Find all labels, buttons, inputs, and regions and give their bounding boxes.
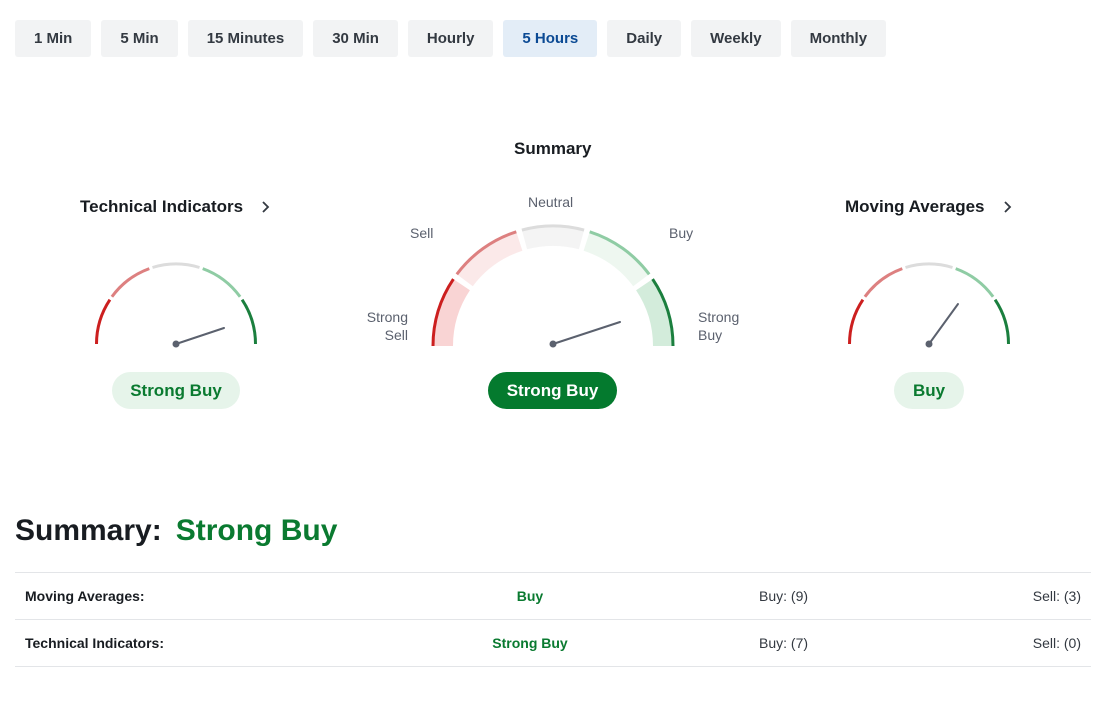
technical-gauge: [95, 262, 257, 348]
row-buy-count: Buy: (7): [759, 635, 809, 651]
timeframe-tabs: 1 Min 5 Min 15 Minutes 30 Min Hourly 5 H…: [15, 20, 887, 57]
moving-averages-gauge: [848, 262, 1010, 348]
tab-monthly[interactable]: Monthly: [790, 20, 887, 57]
technical-gauge-needle: [175, 327, 225, 345]
summary-headline: Summary: Strong Buy: [15, 514, 337, 548]
moving-averages-result-badge: Buy: [894, 372, 964, 409]
moving-averages-gauge-needle: [928, 303, 959, 345]
chevron-right-icon[interactable]: [1001, 200, 1015, 214]
tab-15-minutes[interactable]: 15 Minutes: [187, 20, 304, 57]
moving-averages-link[interactable]: Moving Averages: [845, 197, 985, 217]
row-name: Moving Averages:: [25, 588, 145, 604]
row-sell-count: Sell: (3): [1032, 588, 1081, 604]
tab-daily[interactable]: Daily: [607, 20, 682, 57]
summary-label: Summary:: [15, 514, 162, 547]
table-row: Moving Averages: Buy Buy: (9) Sell: (3): [15, 573, 1091, 620]
summary-gauge-title: Summary: [514, 139, 592, 158]
row-signal: Strong Buy: [492, 635, 568, 651]
row-name: Technical Indicators:: [25, 635, 164, 651]
summary-gauge: [431, 224, 675, 348]
summary-gauge-needle: [552, 321, 621, 345]
label-strong-buy: Strong Buy: [698, 309, 740, 343]
row-signal: Buy: [516, 588, 544, 604]
label-strong-sell: Strong Sell: [366, 309, 408, 343]
label-neutral: Neutral: [528, 194, 574, 210]
tab-5-hours[interactable]: 5 Hours: [503, 20, 598, 57]
technical-indicators-link[interactable]: Technical Indicators: [80, 197, 243, 217]
tab-hourly[interactable]: Hourly: [407, 20, 494, 57]
row-sell-count: Sell: (0): [1032, 635, 1081, 651]
tab-30-min[interactable]: 30 Min: [313, 20, 398, 57]
chevron-right-icon[interactable]: [259, 200, 273, 214]
tab-5-min[interactable]: 5 Min: [101, 20, 178, 57]
summary-result-badge: Strong Buy: [488, 372, 617, 409]
summary-table: Moving Averages: Buy Buy: (9) Sell: (3) …: [15, 572, 1091, 667]
technical-result-badge: Strong Buy: [112, 372, 240, 409]
summary-value: Strong Buy: [175, 514, 338, 547]
tab-weekly[interactable]: Weekly: [691, 20, 781, 57]
row-buy-count: Buy: (9): [759, 588, 809, 604]
tab-1-min[interactable]: 1 Min: [15, 20, 92, 57]
table-row: Technical Indicators: Strong Buy Buy: (7…: [15, 620, 1091, 667]
